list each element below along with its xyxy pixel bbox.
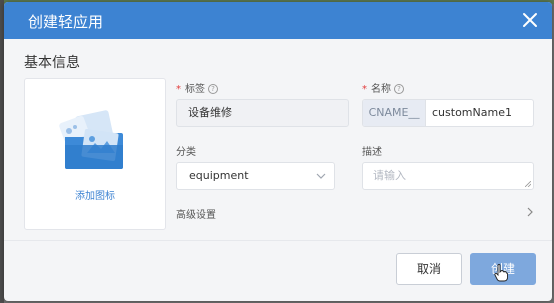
label-field-label: * 标签? bbox=[176, 80, 218, 95]
dialog-title: 创建轻应用 bbox=[28, 13, 104, 31]
help-icon[interactable]: ? bbox=[394, 84, 404, 94]
name-prefix: CNAME__ bbox=[363, 100, 426, 126]
footer-divider bbox=[4, 240, 552, 241]
name-value[interactable]: customName1 bbox=[432, 100, 512, 126]
advanced-settings-toggle[interactable]: 高级设置 bbox=[176, 206, 216, 221]
cancel-button[interactable]: 取消 bbox=[396, 253, 462, 285]
label-input[interactable]: 设备维修 bbox=[176, 99, 349, 127]
category-select-value: equipment bbox=[189, 169, 249, 182]
chevron-right-icon[interactable] bbox=[526, 207, 534, 217]
add-icon-link[interactable]: 添加图标 bbox=[25, 187, 165, 202]
app-icon-panel[interactable]: 添加图标 bbox=[24, 78, 166, 230]
help-icon[interactable]: ? bbox=[208, 84, 218, 94]
create-app-dialog: 创建轻应用 基本信息 添加图标 * 标签? 设备维修 * 名称? CNAME__ c… bbox=[4, 2, 552, 301]
description-field-label: 描述 bbox=[362, 147, 382, 158]
required-mark: * bbox=[176, 84, 181, 95]
name-input[interactable]: CNAME__ customName1 bbox=[362, 99, 534, 127]
close-icon[interactable] bbox=[520, 10, 540, 30]
category-field-label: 分类 bbox=[176, 147, 196, 158]
pointer-cursor-icon bbox=[494, 264, 508, 282]
name-field-text: 名称 bbox=[371, 84, 391, 95]
section-title: 基本信息 bbox=[24, 55, 80, 71]
app-illustration-icon bbox=[59, 110, 123, 169]
resize-grip-icon[interactable] bbox=[525, 181, 531, 187]
name-field-label: * 名称? bbox=[362, 80, 404, 95]
label-field-text: 标签 bbox=[185, 84, 205, 95]
required-mark: * bbox=[362, 84, 367, 95]
description-textarea[interactable]: 请输入 bbox=[362, 162, 534, 190]
category-select[interactable]: equipment bbox=[176, 162, 335, 190]
description-placeholder: 请输入 bbox=[373, 169, 406, 182]
chevron-down-icon bbox=[316, 173, 326, 179]
dialog-header: 创建轻应用 bbox=[4, 2, 552, 39]
